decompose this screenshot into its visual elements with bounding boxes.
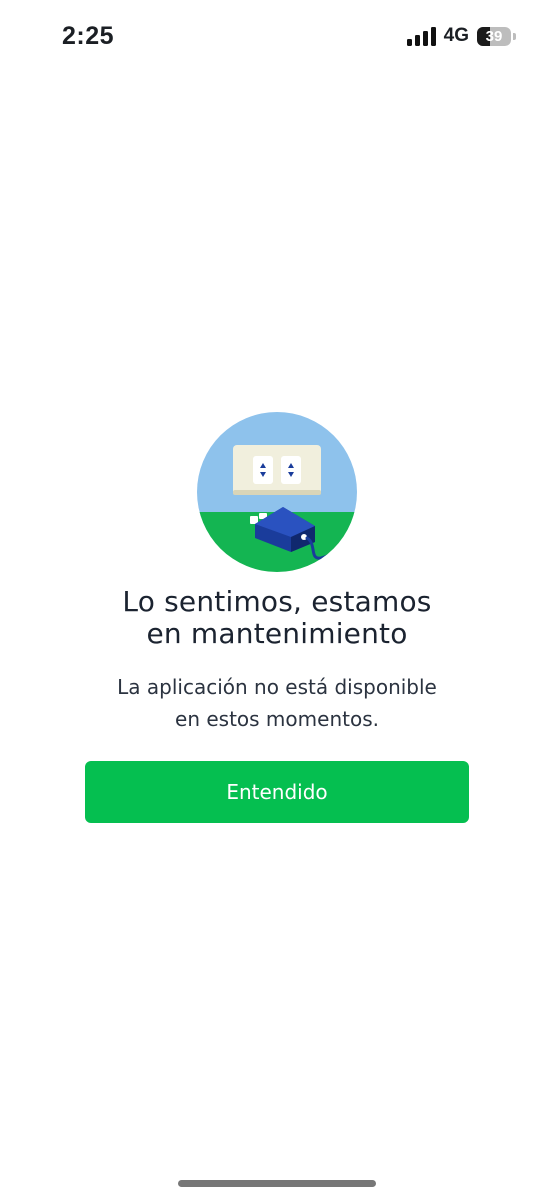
title-line-1: Lo sentimos, estamos (122, 585, 432, 618)
description-text: La aplicación no está disponible en esto… (0, 671, 554, 735)
battery-percent: 39 (485, 27, 503, 45)
battery-icon: 39 (477, 26, 516, 46)
page-title: Lo sentimos, estamos en mantenimiento (0, 586, 554, 650)
battery-tip (513, 32, 516, 40)
battery-body: 39 (477, 26, 511, 46)
understood-button[interactable]: Entendido (85, 761, 469, 823)
socket-right-icon (281, 456, 301, 484)
network-type: 4G (443, 25, 469, 46)
cellular-signal-icon (406, 26, 436, 46)
description-line-1: La aplicación no está disponible (117, 675, 437, 699)
socket-left-icon (253, 456, 273, 484)
status-time: 2:25 (62, 22, 115, 50)
home-indicator[interactable] (178, 1180, 376, 1187)
outlet-plate-icon (233, 445, 321, 495)
status-bar: 2:25 4G 39 (0, 0, 554, 72)
unplugged-outlet-illustration (197, 412, 357, 572)
description-line-2: en estos momentos. (175, 707, 379, 731)
title-line-2: en mantenimiento (146, 617, 408, 650)
status-indicators: 4G 39 (406, 25, 516, 47)
